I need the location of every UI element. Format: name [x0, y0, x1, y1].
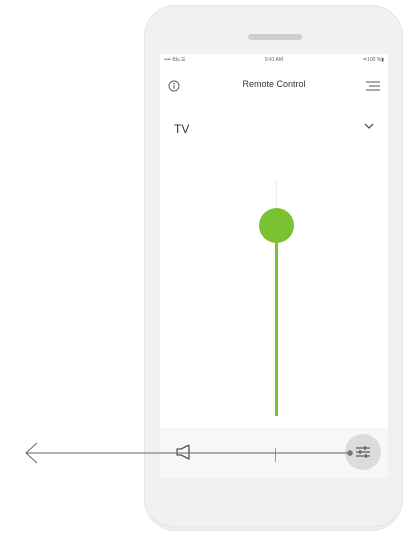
volume-slider-track[interactable] [275, 226, 278, 416]
status-battery: ≑100 %▮ [362, 57, 384, 63]
chevron-down-icon[interactable] [364, 122, 374, 130]
status-time: 9:41 AM [264, 57, 284, 63]
callout-arrow [25, 442, 353, 464]
phone-bottom-edge [151, 513, 396, 528]
volume-slider-handle[interactable] [259, 208, 294, 243]
phone-speaker [248, 34, 302, 40]
source-selector[interactable]: TV [174, 122, 189, 136]
page-title: Remote Control [242, 79, 306, 89]
status-bar: •••• Blu ☰ 9:41 AM ≑100 %▮ [160, 54, 388, 66]
app-screen: •••• Blu ☰ 9:41 AM ≑100 %▮ Remote Contro… [160, 54, 388, 478]
menu-icon[interactable] [366, 81, 380, 91]
